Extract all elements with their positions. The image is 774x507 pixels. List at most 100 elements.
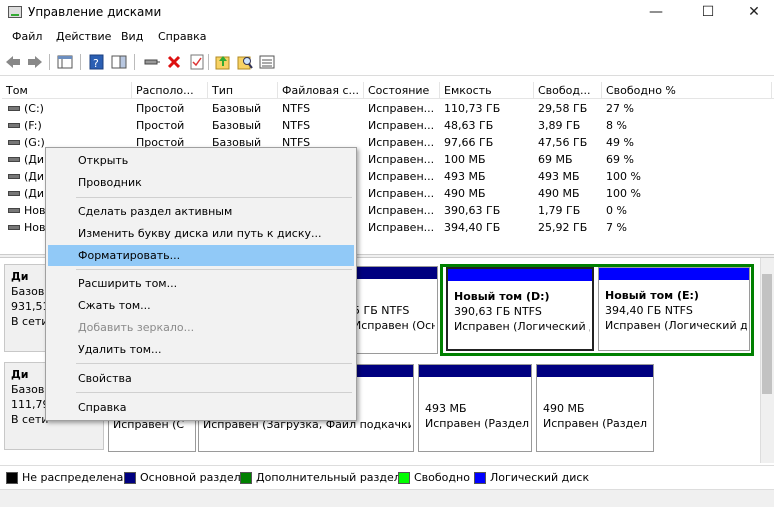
partition-name: Новый том (D:) (454, 290, 550, 303)
menu-item-extend-volume[interactable]: Расширить том... (48, 273, 354, 294)
cell-free-space: 29,58 ГБ (538, 102, 588, 115)
partition-info: 5 ГБ NTFS (353, 304, 410, 317)
legend-swatch-extended (240, 472, 252, 484)
legend-swatch-logical (474, 472, 486, 484)
volume-icon (8, 140, 20, 145)
partition-color-bar (419, 365, 531, 377)
legend: Не распределена Основной раздел Дополнит… (0, 465, 774, 489)
partition-recovery-1[interactable]: 493 МБ Исправен (Раздел (418, 364, 532, 452)
column-header-capacity[interactable]: Емкость (440, 82, 534, 99)
table-row[interactable]: (C:) Простой Базовый NTFS Исправен... 11… (2, 100, 774, 117)
volume-icon (8, 225, 20, 230)
cell-free-space: 493 МБ (538, 170, 580, 183)
column-header-free-space[interactable]: Свобод... (534, 82, 602, 99)
partition-info: 390,63 ГБ NTFS (454, 305, 542, 318)
cell-filesystem: NTFS (282, 119, 311, 132)
volume-list-header: Том Располо... Тип Файловая с... Состоян… (2, 82, 774, 99)
cell-capacity: 100 МБ (444, 153, 486, 166)
cell-layout: Простой (136, 119, 185, 132)
legend-swatch-unallocated (6, 472, 18, 484)
cell-free-space: 25,92 ГБ (538, 221, 588, 234)
partition-name: Новый том (E:) (605, 289, 699, 302)
menu-item-help[interactable]: Справка (48, 397, 354, 418)
cell-free-percent: 7 % (606, 221, 627, 234)
svg-text:?: ? (93, 57, 99, 70)
menu-item-explorer[interactable]: Проводник (48, 172, 354, 193)
partition-logical-d[interactable]: Новый том (D:) 390,63 ГБ NTFS Исправен (… (446, 267, 594, 351)
partition-status: Исправен (Раздел (425, 417, 529, 430)
menu-separator (76, 392, 352, 393)
partition-info: 490 МБ (543, 402, 585, 415)
cell-free-percent: 69 % (606, 153, 634, 166)
menu-bar: Файл Действие Вид Справка (0, 26, 774, 48)
legend-swatch-free (398, 472, 410, 484)
cell-free-space: 490 МБ (538, 187, 580, 200)
context-menu: Открыть Проводник Сделать раздел активны… (45, 147, 357, 421)
cell-free-percent: 27 % (606, 102, 634, 115)
menu-item-make-active[interactable]: Сделать раздел активным (48, 201, 354, 222)
delete-icon[interactable] (165, 53, 183, 71)
find-icon[interactable] (236, 53, 254, 71)
toolbar: ? (0, 50, 774, 76)
title-bar: Управление дисками — ☐ ✕ (0, 0, 774, 26)
column-header-layout[interactable]: Располо... (132, 82, 208, 99)
menu-help[interactable]: Справка (158, 30, 206, 43)
back-icon[interactable] (4, 53, 22, 71)
column-header-filesystem[interactable]: Файловая с... (278, 82, 364, 99)
partition-color-bar (537, 365, 653, 377)
partition-info: 493 МБ (425, 402, 467, 415)
menu-view[interactable]: Вид (121, 30, 143, 43)
scrollbar-thumb[interactable] (762, 274, 772, 394)
checklist-icon[interactable] (188, 53, 206, 71)
column-header-volume[interactable]: Том (2, 82, 132, 99)
menu-item-delete-volume[interactable]: Удалить том... (48, 339, 354, 360)
partition-recovery-2[interactable]: 490 МБ Исправен (Раздел (536, 364, 654, 452)
volume-icon (8, 123, 20, 128)
cell-capacity: 490 МБ (444, 187, 486, 200)
menu-file[interactable]: Файл (12, 30, 42, 43)
legend-label: Логический диск (490, 471, 590, 484)
cell-free-space: 47,56 ГБ (538, 136, 588, 149)
connect-icon[interactable] (143, 53, 161, 71)
status-bar (0, 489, 774, 507)
cell-free-percent: 100 % (606, 170, 641, 183)
partition-info: 394,40 ГБ NTFS (605, 304, 693, 317)
column-header-type[interactable]: Тип (208, 82, 278, 99)
close-button[interactable]: ✕ (734, 0, 774, 26)
cell-status: Исправен... (368, 119, 435, 132)
cell-status: Исправен... (368, 204, 435, 217)
menu-item-shrink-volume[interactable]: Сжать том... (48, 295, 354, 316)
cell-free-percent: 0 % (606, 204, 627, 217)
cell-free-percent: 100 % (606, 187, 641, 200)
menu-item-add-mirror: Добавить зеркало... (78, 321, 195, 334)
window-title: Управление дисками (28, 5, 162, 19)
legend-label: Свободно (414, 471, 470, 484)
menu-separator (76, 363, 352, 364)
column-header-free-percent[interactable]: Свободно % (602, 82, 772, 99)
partition-status: Исправен (Логический д (605, 319, 747, 332)
help-icon[interactable]: ? (88, 53, 106, 71)
export-icon[interactable] (214, 53, 232, 71)
table-row[interactable]: (F:) Простой Базовый NTFS Исправен... 48… (2, 117, 774, 134)
partition-status: Исправен (Раздел (543, 417, 648, 430)
forward-icon[interactable] (26, 53, 44, 71)
cell-volume: (F:) (24, 119, 42, 132)
maximize-button[interactable]: ☐ (688, 0, 728, 26)
toolbar-separator (49, 54, 50, 70)
properties-pane-icon[interactable] (110, 53, 128, 71)
column-header-status[interactable]: Состояние (364, 82, 440, 99)
cell-capacity: 390,63 ГБ (444, 204, 501, 217)
menu-item-change-drive-letter[interactable]: Изменить букву диска или путь к диску... (48, 223, 354, 244)
list-view-icon[interactable] (258, 53, 276, 71)
console-tree-icon[interactable] (56, 53, 74, 71)
legend-label: Не распределена (22, 471, 124, 484)
disk-management-icon (8, 6, 22, 18)
menu-item-open[interactable]: Открыть (48, 150, 354, 171)
minimize-button[interactable]: — (636, 0, 676, 26)
menu-action[interactable]: Действие (56, 30, 111, 43)
cell-free-space: 1,79 ГБ (538, 204, 581, 217)
menu-item-format[interactable]: Форматировать... (48, 245, 354, 266)
toolbar-separator (134, 54, 135, 70)
menu-item-properties[interactable]: Свойства (48, 368, 354, 389)
partition-logical-e[interactable]: Новый том (E:) 394,40 ГБ NTFS Исправен (… (598, 267, 750, 351)
